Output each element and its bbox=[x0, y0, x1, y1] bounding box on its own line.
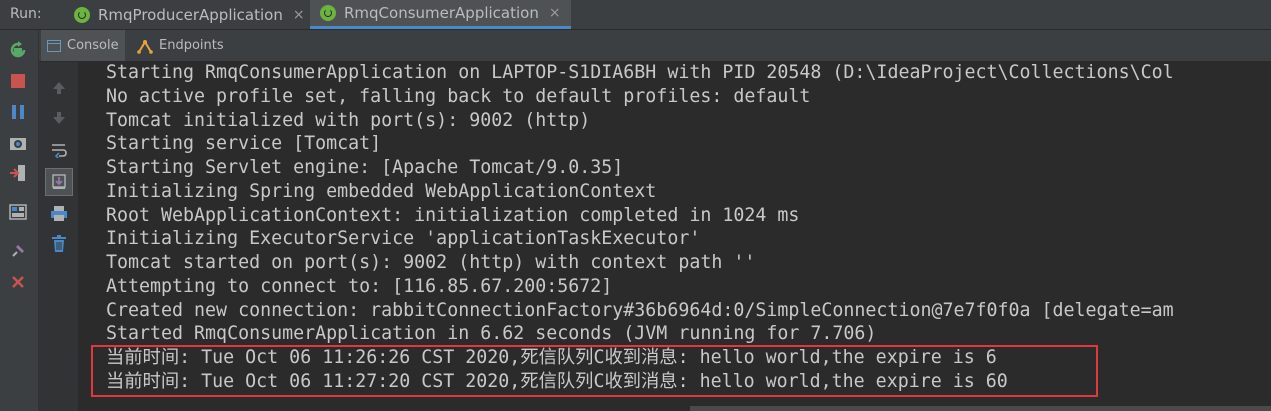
layout-icon[interactable] bbox=[9, 203, 27, 221]
horizontal-scrollbar[interactable] bbox=[690, 406, 1271, 411]
console-line: Root WebApplicationContext: initializati… bbox=[106, 205, 800, 226]
tab-rmq-producer[interactable]: RmqProducerApplication × bbox=[64, 0, 315, 29]
camera-icon[interactable] bbox=[9, 134, 27, 152]
console-line: Starting service [Tomcat] bbox=[106, 133, 382, 154]
console-line: No active profile set, falling back to d… bbox=[106, 86, 811, 107]
soft-wrap-icon[interactable] bbox=[49, 140, 69, 160]
console-icon bbox=[47, 39, 61, 52]
highlight-box bbox=[91, 345, 1098, 397]
spring-boot-icon bbox=[74, 6, 90, 23]
print-icon[interactable] bbox=[49, 203, 69, 223]
console-line: Starting Servlet engine: [Apache Tomcat/… bbox=[106, 157, 624, 178]
pause-icon[interactable] bbox=[9, 103, 27, 121]
down-arrow-icon[interactable] bbox=[49, 108, 69, 128]
console-line: Started RmqConsumerApplication in 6.62 s… bbox=[106, 323, 877, 344]
trash-icon[interactable] bbox=[49, 234, 69, 254]
tool-window-tabs: Console Endpoints bbox=[39, 30, 1271, 62]
close-tab-icon[interactable]: × bbox=[549, 5, 561, 21]
console-line: Tomcat initialized with port(s): 9002 (h… bbox=[106, 110, 591, 131]
tab-rmq-consumer[interactable]: RmqConsumerApplication × bbox=[310, 0, 571, 29]
stop-icon[interactable] bbox=[9, 72, 27, 90]
spring-boot-icon bbox=[320, 5, 336, 21]
pin-icon[interactable] bbox=[9, 242, 27, 260]
run-actions-toolbar bbox=[0, 30, 39, 411]
close-icon[interactable] bbox=[9, 273, 27, 291]
exit-icon[interactable] bbox=[9, 164, 27, 182]
tab-label: RmqConsumerApplication bbox=[344, 4, 539, 22]
console-toolbar bbox=[39, 62, 79, 411]
run-label: Run: bbox=[10, 6, 42, 22]
scroll-to-end-icon[interactable] bbox=[45, 168, 73, 196]
console-line: Initializing Spring embedded WebApplicat… bbox=[106, 181, 657, 202]
tab-endpoints[interactable]: Endpoints bbox=[131, 30, 230, 61]
tab-label: Console bbox=[67, 38, 119, 53]
console-line: Created new connection: rabbitConnection… bbox=[106, 300, 1174, 321]
console-line: Starting RmqConsumerApplication on LAPTO… bbox=[106, 62, 1174, 83]
tab-console[interactable]: Console bbox=[41, 30, 125, 61]
console-line: Tomcat started on port(s): 9002 (http) w… bbox=[106, 252, 756, 273]
close-tab-icon[interactable]: × bbox=[293, 7, 305, 23]
console-line: Initializing ExecutorService 'applicatio… bbox=[106, 228, 701, 249]
endpoints-icon bbox=[137, 39, 153, 54]
run-toolbar: Run: RmqProducerApplication × RmqConsume… bbox=[0, 0, 1271, 30]
console-output[interactable]: Starting RmqConsumerApplication on LAPTO… bbox=[79, 62, 1271, 411]
console-line: Attempting to connect to: [116.85.67.200… bbox=[106, 276, 613, 297]
rerun-icon[interactable] bbox=[9, 41, 27, 59]
tab-label: RmqProducerApplication bbox=[98, 5, 283, 24]
tab-label: Endpoints bbox=[159, 38, 224, 53]
up-arrow-icon[interactable] bbox=[49, 78, 69, 98]
